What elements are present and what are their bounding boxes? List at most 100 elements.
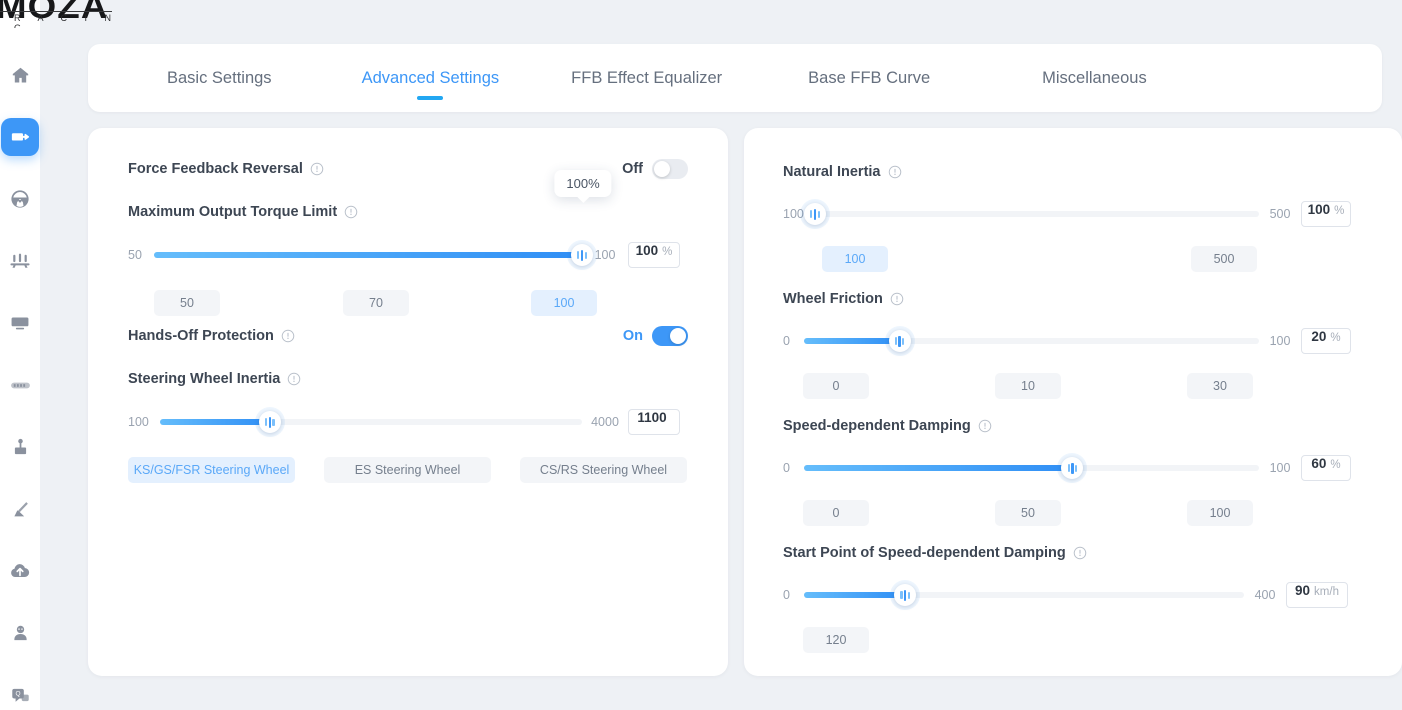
slider-handle[interactable] [258, 411, 281, 433]
tab-miscellaneous[interactable]: Miscellaneous [1040, 69, 1149, 88]
sidebar-item-user-profile[interactable] [1, 614, 39, 652]
speed-dependent-damping-title: Speed-dependent Damping [783, 418, 971, 434]
preset-button[interactable]: 500 [1191, 246, 1257, 272]
sidebar-item-faq[interactable]: Q [1, 676, 39, 710]
wheel-friction-label: Wheel Friction [783, 291, 1363, 307]
natural-inertia-slider-row: 100 500 100 % [783, 201, 1363, 227]
hands-off-protection-toggle-group: On [623, 326, 688, 346]
slider-handle[interactable] [804, 203, 826, 225]
slider-max-label: 100 [1269, 334, 1291, 348]
steering-wheel-inertia-value-box[interactable]: 1100 [628, 409, 680, 435]
wheel-friction-track[interactable] [804, 330, 1259, 352]
logo-divider [0, 11, 112, 12]
info-icon[interactable] [344, 205, 358, 219]
logo-subtitle: R A C I N G [14, 13, 119, 28]
info-icon[interactable] [888, 165, 902, 179]
left-settings-card: Force Feedback Reversal Off Maximum Outp… [88, 128, 728, 676]
steering-wheel-inertia-track[interactable] [160, 411, 582, 433]
sidebar-item-button-box[interactable] [1, 366, 39, 404]
natural-inertia-track[interactable] [804, 203, 1259, 225]
speed-dependent-damping-value-box[interactable]: 60 % [1301, 455, 1351, 481]
sidebar-item-pedals[interactable] [1, 242, 39, 280]
start-point-damping-value-box[interactable]: 90 km/h [1286, 582, 1348, 608]
maximum-output-torque-limit-label: Maximum Output Torque Limit [128, 204, 688, 220]
preset-button-selected[interactable]: 100 [822, 246, 888, 272]
slider-max-label: 100 [1269, 461, 1291, 475]
info-icon[interactable] [1073, 546, 1087, 560]
slider-min-label: 0 [783, 334, 790, 348]
steering-wheel-inertia-slider-row: 100 4000 1100 [128, 409, 688, 435]
info-icon[interactable] [287, 372, 301, 386]
slider-handle[interactable] [888, 330, 911, 352]
preset-button[interactable]: CS/RS Steering Wheel [520, 457, 687, 483]
tab-basic-settings[interactable]: Basic Settings [165, 69, 274, 88]
value-unit: % [1334, 205, 1345, 217]
slider-fill [804, 465, 1073, 471]
force-feedback-reversal-label: Force Feedback Reversal [128, 161, 324, 177]
force-feedback-reversal-toggle-group: Off [622, 159, 688, 179]
sidebar-item-cloud-upload[interactable] [1, 552, 39, 590]
info-icon[interactable] [890, 292, 904, 306]
preset-button-selected[interactable]: 100 [531, 290, 597, 316]
app-window: MOZA R A C I N G Q Basic Settings Advanc… [0, 0, 1402, 710]
force-feedback-reversal-title: Force Feedback Reversal [128, 161, 303, 177]
speed-dependent-damping-track[interactable] [804, 457, 1259, 479]
slider-min-label: 0 [783, 588, 790, 602]
slider-max-label: 4000 [591, 415, 619, 429]
steering-wheel-inertia-presets: KS/GS/FSR Steering Wheel ES Steering Whe… [128, 457, 687, 483]
sidebar-item-home[interactable] [1, 56, 39, 94]
preset-button[interactable]: 70 [343, 290, 409, 316]
sidebar-item-dash-display[interactable] [1, 304, 39, 342]
preset-button[interactable]: 50 [995, 500, 1061, 526]
force-feedback-reversal-state: Off [622, 161, 643, 177]
steering-wheel-inertia-block: Steering Wheel Inertia 100 4000 1100 KS/… [128, 371, 688, 483]
sidebar-item-wheelbase[interactable] [1, 118, 39, 156]
preset-button-selected[interactable]: KS/GS/FSR Steering Wheel [128, 457, 295, 483]
info-icon[interactable] [281, 329, 295, 343]
preset-button[interactable]: ES Steering Wheel [324, 457, 491, 483]
preset-button[interactable]: 50 [154, 290, 220, 316]
natural-inertia-value-box[interactable]: 100 % [1301, 201, 1351, 227]
natural-inertia-block: Natural Inertia 100 500 100 % 100 500 [783, 164, 1363, 272]
svg-text:Q: Q [15, 690, 20, 697]
hands-off-protection-switch[interactable] [652, 326, 688, 346]
slider-handle[interactable] [571, 244, 593, 266]
hands-off-protection-row: Hands-Off Protection On [128, 325, 688, 347]
preset-button[interactable]: 100 [1187, 500, 1253, 526]
slider-track [815, 211, 1259, 217]
start-point-damping-track[interactable] [804, 584, 1244, 606]
preset-button[interactable]: 0 [803, 373, 869, 399]
tab-ffb-effect-equalizer[interactable]: FFB Effect Equalizer [569, 69, 724, 88]
maximum-output-torque-limit-slider-row: 50 100 100 % [128, 242, 688, 268]
value-number: 100 [1307, 202, 1331, 217]
slider-handle[interactable] [1061, 457, 1084, 479]
slider-handle[interactable] [894, 584, 917, 606]
start-point-damping-title: Start Point of Speed-dependent Damping [783, 545, 1066, 561]
preset-button[interactable]: 30 [1187, 373, 1253, 399]
sidebar-item-steering-wheel[interactable] [1, 180, 39, 218]
maximum-output-torque-limit-track[interactable] [154, 244, 593, 266]
preset-button[interactable]: 10 [995, 373, 1061, 399]
value-unit: % [1330, 332, 1341, 344]
value-number: 100 [635, 243, 659, 258]
value-unit: % [662, 246, 673, 258]
force-feedback-reversal-switch[interactable] [652, 159, 688, 179]
wheel-friction-block: Wheel Friction 0 100 20 % 0 10 30 [783, 291, 1363, 399]
sidebar-item-shifter[interactable] [1, 428, 39, 466]
slider-fill [804, 338, 900, 344]
info-icon[interactable] [310, 162, 324, 176]
tab-base-ffb-curve[interactable]: Base FFB Curve [806, 69, 932, 88]
speed-dependent-damping-label: Speed-dependent Damping [783, 418, 1363, 434]
preset-button[interactable]: 0 [803, 500, 869, 526]
wheel-friction-value-box[interactable]: 20 % [1301, 328, 1351, 354]
maximum-output-torque-limit-block: Maximum Output Torque Limit 100% 50 100 [128, 170, 688, 316]
sidebar-item-handbrake[interactable] [1, 490, 39, 528]
info-icon[interactable] [978, 419, 992, 433]
natural-inertia-title: Natural Inertia [783, 164, 881, 180]
speed-dependent-damping-block: Speed-dependent Damping 0 100 60 % 0 50 … [783, 418, 1363, 526]
tab-advanced-settings[interactable]: Advanced Settings [360, 69, 502, 88]
steering-wheel-inertia-title: Steering Wheel Inertia [128, 371, 281, 387]
maximum-output-torque-limit-value-box[interactable]: 100 % [628, 242, 680, 268]
wheel-friction-slider-row: 0 100 20 % [783, 328, 1363, 354]
preset-button[interactable]: 120 [803, 627, 869, 653]
